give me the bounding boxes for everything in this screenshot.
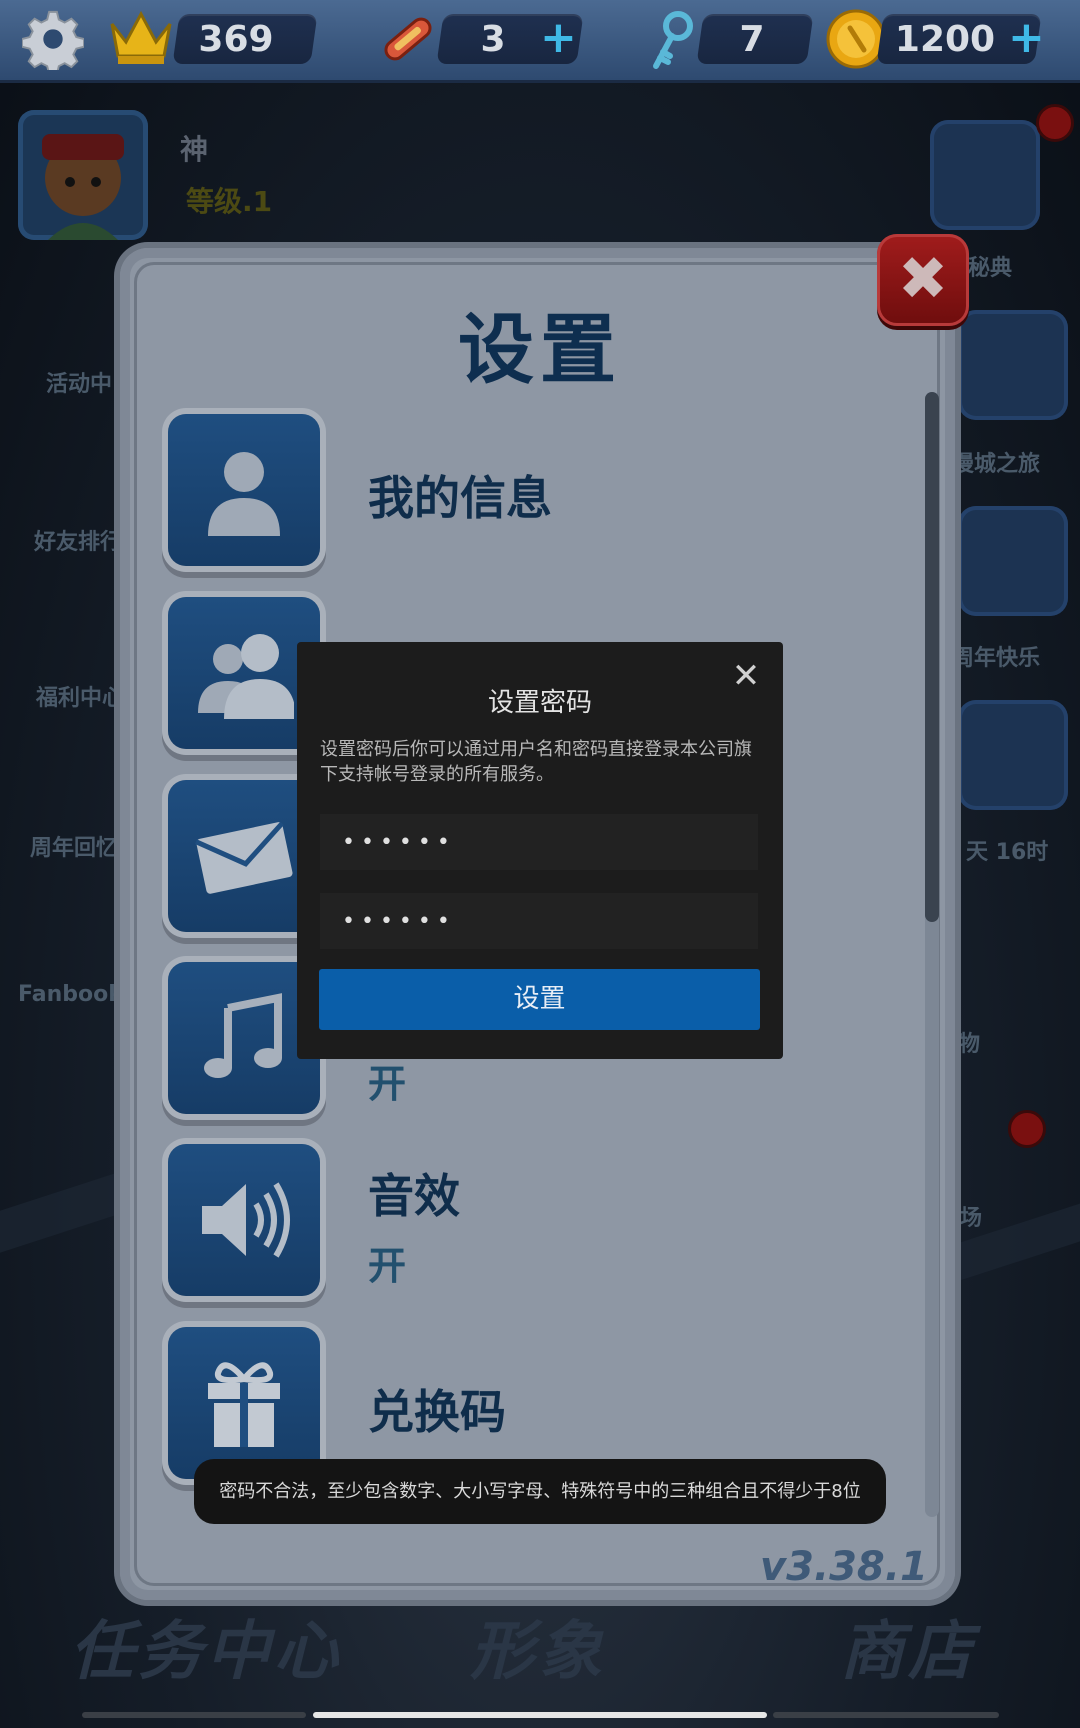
dialog-title: 设置密码: [487, 688, 592, 718]
crown-icon: [108, 6, 174, 68]
left-widget-welfare[interactable]: 福利中心: [36, 680, 124, 712]
add-hoverboard-button[interactable]: +: [540, 16, 577, 60]
music-status[interactable]: 开: [368, 1053, 406, 1108]
version-label: v3.38.1: [760, 1544, 928, 1590]
redeem-code-label[interactable]: 兑换码: [368, 1376, 506, 1442]
speaker-icon: [202, 1182, 290, 1258]
sound-effects-label[interactable]: 音效: [368, 1160, 460, 1226]
home-indicator[interactable]: [313, 1712, 767, 1718]
error-toast: 密码不合法，至少包含数字、大小写字母、特殊符号中的三种组合且不得少于8位: [194, 1459, 886, 1524]
left-widget-friends-rank[interactable]: 好友排行: [34, 524, 122, 556]
add-coins-button[interactable]: +: [1008, 16, 1045, 60]
coin-count: 1200: [894, 19, 996, 60]
right-widget-tile[interactable]: [958, 506, 1068, 616]
player-avatar[interactable]: [18, 110, 148, 240]
user-icon: [208, 452, 280, 536]
right-widget-arena[interactable]: 场: [960, 1200, 982, 1232]
right-widget-gift[interactable]: 物: [958, 1026, 980, 1058]
gift-icon: [208, 1362, 280, 1447]
close-icon[interactable]: ✕: [730, 659, 762, 693]
notification-dot: [1008, 1110, 1046, 1148]
hoverboard-count: 3: [480, 19, 506, 60]
right-widget-countdown: 天 16时: [966, 840, 1049, 865]
my-info-button[interactable]: [168, 414, 320, 566]
right-widget-city-tour[interactable]: 漫城之旅: [952, 446, 1040, 478]
set-password-button[interactable]: 设置: [319, 969, 760, 1030]
key-count: 7: [739, 19, 765, 60]
gear-icon[interactable]: [21, 8, 85, 75]
settings-scrollbar-thumb[interactable]: [925, 392, 939, 922]
home-indicator-left: [82, 1712, 306, 1718]
hoverboard-icon: [378, 8, 438, 70]
left-widget-fanbook[interactable]: Fanbook: [18, 982, 123, 1007]
password-input[interactable]: [320, 814, 758, 870]
player-level: 等级.1: [186, 185, 273, 218]
dialog-description: 设置密码后你可以通过用户名和密码直接登录本公司旗下支持帐号登录的所有服务。: [320, 739, 752, 785]
key-icon: [648, 10, 698, 72]
music-icon: [204, 993, 282, 1078]
my-info-label[interactable]: 我的信息: [368, 462, 552, 528]
left-widget-anniversary-memory[interactable]: 周年回忆: [30, 830, 118, 862]
crown-count: 369: [198, 19, 274, 60]
sound-effects-status[interactable]: 开: [368, 1235, 406, 1290]
notification-dot: [1036, 104, 1074, 142]
home-indicator-right: [773, 1712, 999, 1718]
nav-avatar[interactable]: 形象: [470, 1600, 606, 1692]
player-name: 神: [180, 133, 209, 166]
close-settings-button[interactable]: ✖: [877, 234, 969, 326]
confirm-password-input[interactable]: [320, 893, 758, 949]
nav-task-center[interactable]: 任务中心: [70, 1600, 342, 1692]
nav-shop[interactable]: 商店: [840, 1600, 976, 1692]
sound-effects-button[interactable]: [168, 1144, 320, 1296]
friends-icon: [198, 634, 294, 719]
redeem-code-button[interactable]: [168, 1327, 320, 1479]
right-widget-tile[interactable]: [930, 120, 1040, 230]
right-widget-secret-book[interactable]: 秘典: [968, 250, 1012, 282]
right-widget-tile[interactable]: [958, 700, 1068, 810]
right-widget-anniversary[interactable]: 周年快乐: [952, 640, 1040, 672]
mail-icon: [194, 821, 293, 894]
